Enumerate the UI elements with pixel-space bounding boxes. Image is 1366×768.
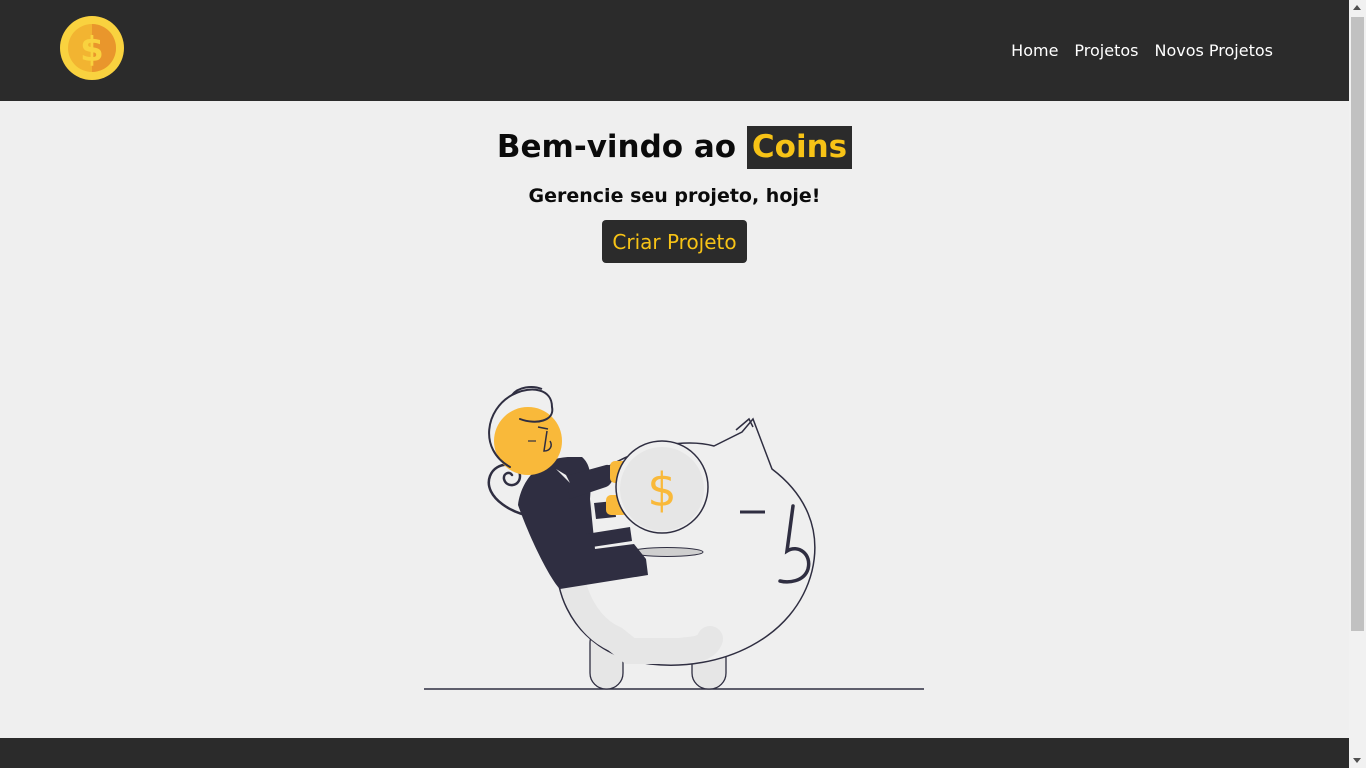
vertical-scrollbar[interactable] bbox=[1349, 0, 1366, 768]
page-subtitle: Gerencie seu projeto, hoje! bbox=[528, 185, 821, 207]
nav-link-home[interactable]: Home bbox=[1011, 38, 1058, 64]
hero-section: Bem-vindo ao Coins Gerencie seu projeto,… bbox=[0, 101, 1349, 738]
scroll-down-arrow[interactable] bbox=[1353, 758, 1361, 763]
brand-name: Coins bbox=[746, 126, 853, 169]
svg-text:$: $ bbox=[80, 30, 104, 70]
dollar-coin-icon[interactable]: $ bbox=[59, 15, 125, 81]
svg-text:$: $ bbox=[647, 463, 676, 517]
navbar: $ Home Projetos Novos Projetos bbox=[0, 0, 1349, 101]
create-project-button[interactable]: Criar Projeto bbox=[602, 220, 747, 263]
scroll-up-arrow[interactable] bbox=[1353, 5, 1361, 10]
piggy-bank-illustration: $ bbox=[424, 386, 924, 690]
nav-link-novos-projetos[interactable]: Novos Projetos bbox=[1154, 38, 1273, 64]
nav-link-projetos[interactable]: Projetos bbox=[1074, 38, 1138, 64]
nav-menu: Home Projetos Novos Projetos bbox=[1011, 38, 1273, 64]
scrollbar-thumb[interactable] bbox=[1351, 17, 1364, 631]
footer bbox=[0, 738, 1349, 768]
title-prefix: Bem-vindo ao bbox=[496, 129, 737, 165]
page-title: Bem-vindo ao Coins bbox=[0, 125, 1349, 169]
